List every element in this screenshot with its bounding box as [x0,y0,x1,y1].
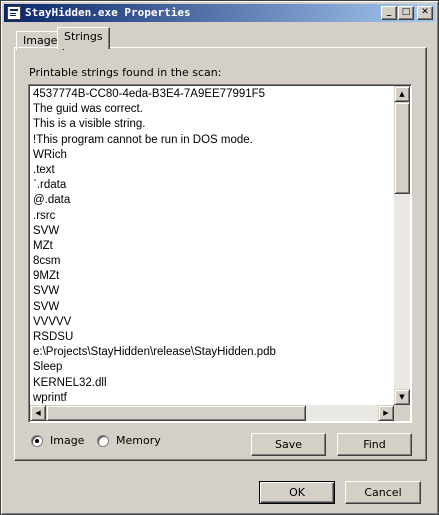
list-item[interactable]: `.rdata [33,178,395,193]
list-item[interactable]: @.data [33,193,395,208]
horizontal-scroll-thumb[interactable] [46,405,306,421]
document-icon [7,6,21,20]
radio-image-indicator[interactable] [31,434,43,447]
list-item[interactable]: SVW [33,224,395,239]
maximize-button[interactable]: □ [398,6,414,20]
list-item[interactable]: The guid was correct. [33,102,395,117]
find-button-label: Find [363,438,386,451]
list-item[interactable]: e:\Projects\StayHidden\release\StayHidde… [33,345,395,360]
cancel-button[interactable]: Cancel [345,481,421,504]
list-item[interactable]: MZt [33,239,395,254]
list-item[interactable]: This is a visible string. [33,117,395,132]
vertical-scroll-thumb[interactable] [394,102,410,194]
list-item[interactable]: WRich [33,148,395,163]
scroll-down-button[interactable]: ▼ [394,389,410,405]
list-item[interactable]: wprintf [33,391,395,406]
radio-image[interactable]: Image [31,434,84,447]
window-title: StayHidden.exe Properties [25,6,191,19]
properties-window: StayHidden.exe Properties _ □ ✕ Image St… [0,0,439,515]
radio-memory[interactable]: Memory [97,434,161,447]
list-item[interactable]: 8csm [33,254,395,269]
list-item[interactable]: .text [33,163,395,178]
list-item[interactable]: SVW [33,300,395,315]
list-item[interactable]: KERNEL32.dll [33,376,395,391]
list-item[interactable]: .rsrc [33,209,395,224]
cancel-button-label: Cancel [364,486,402,499]
strings-listbox[interactable]: 4537774B-CC80-4eda-B3E4-7A9EE77991F5 The … [28,84,412,423]
radio-memory-indicator[interactable] [97,434,109,447]
radio-memory-label: Memory [116,434,161,447]
strings-list: 4537774B-CC80-4eda-B3E4-7A9EE77991F5 The … [33,87,395,407]
title-bar[interactable]: StayHidden.exe Properties _ □ ✕ [4,4,435,22]
ok-button[interactable]: OK [259,481,335,504]
radio-image-label: Image [50,434,85,447]
tab-strings[interactable]: Strings [57,27,110,49]
scroll-up-button[interactable]: ▲ [394,86,410,102]
ok-button-label: OK [289,486,305,499]
save-button-label: Save [274,438,302,451]
scroll-right-button[interactable]: ▶ [378,405,394,421]
list-item[interactable]: !This program cannot be run in DOS mode. [33,133,395,148]
scroll-left-button[interactable]: ◀ [30,405,46,421]
save-button[interactable]: Save [251,433,326,456]
find-button[interactable]: Find [337,433,412,456]
list-item[interactable]: SVW [33,284,395,299]
close-button[interactable]: ✕ [417,6,433,20]
list-item[interactable]: 9MZt [33,269,395,284]
list-item[interactable]: Sleep [33,360,395,375]
vertical-scrollbar[interactable]: ▲ ▼ [394,86,410,405]
list-item[interactable]: VVVVV [33,315,395,330]
scrollbar-corner [394,405,410,421]
minimize-button[interactable]: _ [381,6,397,20]
list-item[interactable]: RSDSU [33,330,395,345]
horizontal-scrollbar[interactable]: ◀ ▶ [30,405,394,421]
list-item[interactable]: 4537774B-CC80-4eda-B3E4-7A9EE77991F5 [33,87,395,102]
strings-group-label: Printable strings found in the scan: [29,66,222,79]
